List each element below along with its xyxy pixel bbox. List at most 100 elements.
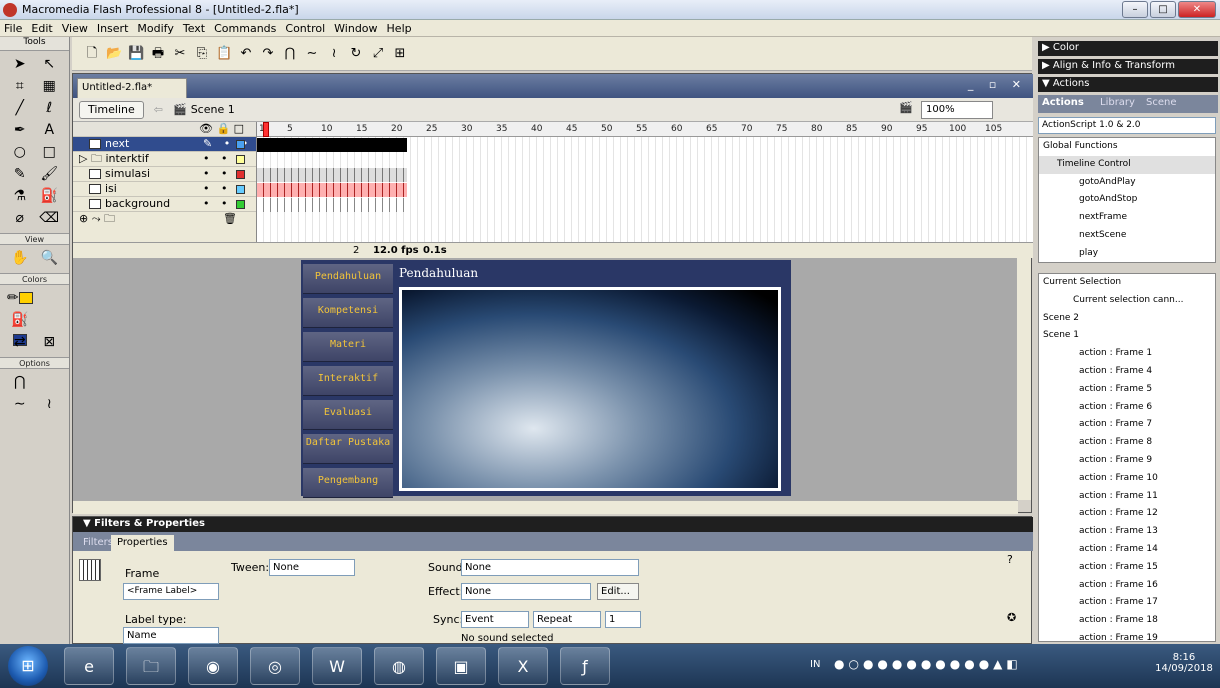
zoom-select[interactable]: 100% (921, 101, 993, 119)
nav-frame-item[interactable]: action : Frame 7 (1039, 416, 1215, 434)
snap-icon[interactable]: ⋂ (282, 46, 298, 62)
nav-frame-item[interactable]: action : Frame 16 (1039, 577, 1215, 595)
add-folder-icon[interactable]: 🗀 (104, 212, 115, 225)
scale-icon[interactable]: ⤢ (370, 46, 386, 62)
fill-color-icon[interactable]: ⛽ (6, 310, 34, 346)
eyedropper-icon[interactable]: ⌀ (6, 208, 34, 228)
accessibility-icon[interactable]: ✪ (1007, 611, 1016, 624)
timeline-toggle-button[interactable]: Timeline (79, 100, 144, 119)
new-file-icon[interactable]: 🗋 (84, 46, 100, 62)
toolbox-item[interactable]: Timeline Control (1039, 155, 1215, 174)
nav-frame-item[interactable]: action : Frame 9 (1039, 452, 1215, 470)
toolbox-item[interactable]: play (1039, 245, 1215, 262)
nav-frame-item[interactable]: action : Frame 14 (1039, 541, 1215, 559)
menu-button-interaktif[interactable]: Interaktif (303, 366, 393, 396)
menu-commands[interactable]: Commands (214, 22, 276, 35)
nav-frame-item[interactable]: action : Frame 5 (1039, 381, 1215, 399)
sync-select[interactable]: Event (461, 611, 529, 628)
ie-icon[interactable]: e (64, 647, 114, 685)
scene-label[interactable]: Scene 1 (191, 103, 235, 116)
fill-transform-icon[interactable]: ▦ (36, 76, 64, 96)
nav-frame-item[interactable]: action : Frame 1 (1039, 345, 1215, 363)
repeat-select[interactable]: Repeat (533, 611, 601, 628)
actionscript-version-select[interactable]: ActionScript 1.0 & 2.0 (1038, 117, 1216, 134)
layer-row[interactable]: next ✎ • • (73, 137, 256, 152)
straighten-icon[interactable]: ≀ (36, 394, 64, 414)
media-icon[interactable]: ◎ (250, 647, 300, 685)
eye-lock-outline-icons[interactable]: 👁 🔒 □ (199, 122, 244, 136)
word-icon[interactable]: W (312, 647, 362, 685)
menu-control[interactable]: Control (285, 22, 325, 35)
no-color-icon[interactable]: ⊠ (36, 332, 64, 352)
copy-icon[interactable]: ⎘ (194, 46, 210, 62)
stage-slide[interactable]: Pendahuluan Kompetensi Materi Interaktif… (301, 260, 791, 498)
toolbox-item[interactable]: nextScene (1039, 227, 1215, 245)
menu-button-pengembang[interactable]: Pengembang (303, 468, 393, 498)
flash-icon[interactable]: ƒ (560, 647, 610, 685)
document-tab[interactable]: Untitled-2.fla* (77, 78, 187, 98)
repeat-count-field[interactable]: 1 (605, 611, 641, 628)
menu-edit[interactable]: Edit (31, 22, 52, 35)
menu-button-kompetensi[interactable]: Kompetensi (303, 298, 393, 328)
frame-rate[interactable]: 12.0 fps (373, 243, 419, 258)
selection-tool-icon[interactable]: ➤ (6, 54, 34, 74)
subselection-tool-icon[interactable]: ↖ (36, 54, 64, 74)
ink-bottle-icon[interactable]: ⚗ (6, 186, 34, 206)
toolbox-item[interactable]: gotoAndPlay (1039, 174, 1215, 192)
pen-tool-icon[interactable]: ✒ (6, 120, 34, 140)
layer-row[interactable]: isi • • (73, 182, 256, 197)
line-tool-icon[interactable]: ╱ (6, 98, 34, 118)
layer-row[interactable]: background • • (73, 197, 256, 212)
align-panel-header[interactable]: ▶ Align & Info & Transform (1038, 59, 1218, 74)
properties-header[interactable]: ▼ Filters & Properties (73, 517, 1033, 532)
print-icon[interactable]: 🖶 (150, 46, 166, 62)
chrome-icon[interactable]: ◍ (374, 647, 424, 685)
layer-row[interactable]: simulasi • • (73, 167, 256, 182)
paint-bucket-icon[interactable]: ⛽ (36, 186, 64, 206)
eraser-tool-icon[interactable]: ⌫ (36, 208, 64, 228)
nav-frame-item[interactable]: action : Frame 8 (1039, 434, 1215, 452)
minimize-button[interactable]: – (1122, 1, 1148, 18)
cut-icon[interactable]: ✂ (172, 46, 188, 62)
menu-window[interactable]: Window (334, 22, 377, 35)
smooth-toolbar-icon[interactable]: ∼ (304, 46, 320, 62)
frame-span[interactable] (257, 198, 407, 212)
label-type-select[interactable]: Name (123, 627, 219, 644)
nav-frame-item[interactable]: action : Frame 6 (1039, 399, 1215, 417)
tween-select[interactable]: None (269, 559, 355, 576)
open-file-icon[interactable]: 📂 (106, 46, 122, 62)
tab-scene[interactable]: Scene (1146, 97, 1177, 108)
tab-library[interactable]: Library (1100, 97, 1135, 108)
menu-file[interactable]: File (4, 22, 22, 35)
frame-label-field[interactable]: <Frame Label> (123, 583, 219, 600)
snap-magnet-icon[interactable]: ⋂ (6, 372, 34, 392)
menu-button-materi[interactable]: Materi (303, 332, 393, 362)
color-panel-header[interactable]: ▶ Color (1038, 41, 1218, 56)
horizontal-scrollbar[interactable] (73, 500, 1018, 514)
playhead[interactable] (263, 122, 269, 137)
rectangle-tool-icon[interactable]: □ (36, 142, 64, 162)
sound-select[interactable]: None (461, 559, 639, 576)
effect-select[interactable]: None (461, 583, 591, 600)
nav-frame-item[interactable]: action : Frame 17 (1039, 594, 1215, 612)
document-controls[interactable]: _ ▫ ✕ (968, 78, 1027, 91)
nav-item[interactable]: Scene 2 (1039, 310, 1215, 328)
menu-text[interactable]: Text (183, 22, 205, 35)
text-tool-icon[interactable]: A (36, 120, 64, 140)
layer-row[interactable]: ▷ 🗀 interktif • • (73, 152, 256, 167)
menu-view[interactable]: View (62, 22, 88, 35)
paste-icon[interactable]: 📋 (216, 46, 232, 62)
toolbox-item[interactable]: Global Functions (1039, 138, 1215, 156)
vertical-scrollbar[interactable] (1016, 258, 1031, 500)
clock[interactable]: 8:16 14/09/2018 (1154, 644, 1214, 688)
app-icon[interactable]: ◉ (188, 647, 238, 685)
toolbox-item[interactable]: nextFrame (1039, 209, 1215, 227)
free-transform-icon[interactable]: ⌗ (6, 76, 34, 96)
nav-frame-item[interactable]: action : Frame 18 (1039, 612, 1215, 630)
frame-span[interactable] (257, 138, 407, 152)
menu-button-daftar-pustaka[interactable]: Daftar Pustaka (303, 434, 393, 464)
nav-item[interactable]: Scene 1 (1039, 327, 1215, 345)
zoom-tool-icon[interactable]: 🔍 (36, 248, 64, 268)
frame-span[interactable] (257, 183, 407, 197)
delete-layer-icon[interactable]: 🗑 (223, 212, 237, 226)
